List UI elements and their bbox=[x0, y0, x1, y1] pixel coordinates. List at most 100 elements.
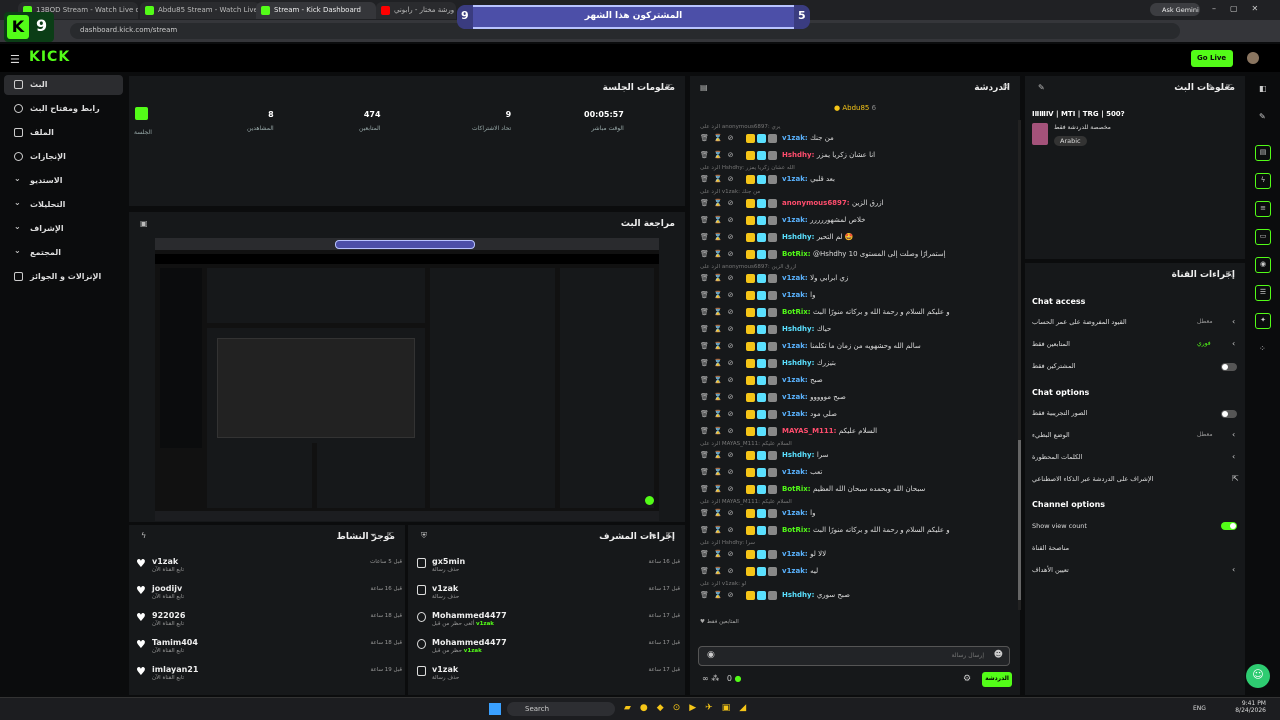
view-count-toggle[interactable] bbox=[1221, 522, 1237, 530]
send-chat-button[interactable]: الدردشة bbox=[982, 672, 1012, 687]
chat-username[interactable]: v1zak: وا bbox=[782, 509, 815, 517]
chat-message[interactable]: 🗑⌛⊘ anonymous6897: ازرق الزين bbox=[700, 196, 1018, 212]
taskbar-search[interactable]: Search bbox=[507, 702, 615, 716]
start-button-icon[interactable] bbox=[489, 703, 501, 715]
chat-message[interactable]: 🗑⌛⊘ BotRix: سبحان الله وبحمده سبحان الله … bbox=[700, 482, 1018, 498]
help-chat-icon[interactable]: ☺ bbox=[1246, 664, 1270, 688]
points-display[interactable]: ∞ ⁂ 0 ● bbox=[702, 674, 741, 683]
setting-followers-only[interactable]: المتابعين فقط فوري › bbox=[1032, 339, 1238, 356]
chat-username[interactable]: Hshdhy: صبح سوري bbox=[782, 591, 850, 599]
subscribers-only-toggle[interactable] bbox=[1221, 363, 1237, 371]
dock-icon[interactable]: ◧ bbox=[1259, 84, 1267, 93]
mod-actions-icon[interactable]: 🗑⌛⊘ bbox=[700, 376, 738, 384]
chat-username[interactable]: BotRix: @Hshdhy إستمرارًا وصلت إلى المست… bbox=[782, 250, 946, 258]
panel-toggle-tools-icon[interactable]: ✦ bbox=[1255, 313, 1271, 329]
sidebar-item-achievements[interactable]: الإنجازات bbox=[4, 147, 123, 167]
chat-message[interactable]: 🗑⌛⊘ Hshdhy: لم التحير 🤩 bbox=[700, 230, 1018, 246]
filter-icon[interactable]: ⏷ bbox=[649, 531, 655, 541]
setting-show-view-count[interactable]: Show view count bbox=[1032, 522, 1238, 538]
mod-actions-icon[interactable]: 🗑⌛⊘ bbox=[700, 359, 738, 367]
setting-channel-share[interactable]: مناصحة القناة bbox=[1032, 544, 1238, 560]
chat-message[interactable]: 🗑⌛⊘ v1zak: ليه bbox=[700, 564, 1018, 580]
mod-actions-icon[interactable]: 🗑⌛⊘ bbox=[700, 393, 738, 401]
filter-icon[interactable]: ⏷ bbox=[370, 531, 376, 541]
chat-username[interactable]: Hshdhy: بتيزرك bbox=[782, 359, 836, 367]
panel-toggle-chat-icon[interactable]: ▭ bbox=[1255, 229, 1271, 245]
kick-logo[interactable]: KICK bbox=[29, 49, 70, 65]
chat-message[interactable]: 🗑⌛⊘ v1zak: صبح مووووو bbox=[700, 390, 1018, 406]
chat-username[interactable]: v1zak: بعد قلبي bbox=[782, 175, 835, 183]
setting-goals[interactable]: تعيين الأهداف › bbox=[1032, 565, 1238, 582]
sidebar-item-studio[interactable]: ⌄ الاستديو bbox=[4, 171, 123, 191]
setting-banned-words[interactable]: الكلمات المحظورة › bbox=[1032, 452, 1238, 469]
chat-message[interactable]: 🗑⌛⊘ v1zak: صلي مود bbox=[700, 407, 1018, 423]
setting-slow-mode[interactable]: الوضع البطيء معطل › bbox=[1032, 430, 1238, 447]
chat-scrollbar[interactable] bbox=[1018, 120, 1021, 610]
clock[interactable]: 9:41 PM 8/24/2026 bbox=[1232, 700, 1266, 714]
emote-bar[interactable] bbox=[700, 628, 1016, 642]
preview-menu-icon[interactable]: ▣ bbox=[140, 219, 148, 228]
mod-actions-icon[interactable]: 🗑⌛⊘ bbox=[700, 233, 738, 241]
chat-username[interactable]: Hshdhy: لم التحير 🤩 bbox=[782, 233, 853, 241]
sidebar-item-analytics[interactable]: ⌄ التحليلات bbox=[4, 195, 123, 215]
chat-settings-icon[interactable]: ⚙ bbox=[963, 674, 971, 684]
popout-icon[interactable]: ⇱ bbox=[666, 83, 673, 92]
chat-message[interactable]: 🗑⌛⊘ v1zak: وا bbox=[700, 288, 1018, 304]
mod-actions-icon[interactable]: 🗑⌛⊘ bbox=[700, 485, 738, 493]
stream-preview-video[interactable] bbox=[155, 238, 659, 521]
chat-username[interactable]: v1zak: وا bbox=[782, 291, 815, 299]
chat-username[interactable]: BotRix: و عليكم السلام و رحمة الله و برك… bbox=[782, 526, 950, 534]
emoji-icon[interactable]: ☻ bbox=[994, 650, 1003, 660]
chat-username[interactable]: v1zak: خلاص لمشهوررررر bbox=[782, 216, 866, 224]
chat-username[interactable]: v1zak: ليه bbox=[782, 567, 818, 575]
sidebar-item-stream-key[interactable]: رابط ومفتاح البث bbox=[4, 99, 123, 119]
stream-category[interactable]: مخصصة للدردشة فقط bbox=[1054, 124, 1111, 131]
chat-message[interactable]: 🗑⌛⊘ BotRix: و عليكم السلام و رحمة الله و … bbox=[700, 305, 1018, 321]
panel-toggle-activity-icon[interactable]: ϟ bbox=[1255, 173, 1271, 189]
sidebar-item-profile[interactable]: الملف bbox=[4, 123, 123, 143]
taskbar-apps[interactable]: ▰●◆⊙▶✈▣◢ bbox=[624, 703, 755, 713]
browser-tab[interactable]: ورشة مختار - رابوني bbox=[376, 2, 456, 19]
chat-username[interactable]: v1zak: زي ابرابي ولا bbox=[782, 274, 848, 282]
chat-message[interactable]: 🗑⌛⊘ v1zak: بعد قلبي bbox=[700, 172, 1018, 188]
popout-icon[interactable]: ⇱ bbox=[666, 531, 673, 540]
setting-subscribers-only[interactable]: المشتركين فقط bbox=[1032, 362, 1238, 378]
mod-actions-icon[interactable]: 🗑⌛⊘ bbox=[700, 526, 738, 534]
sidebar-item-moderation[interactable]: ⌄ الإشراف bbox=[4, 219, 123, 239]
chat-message[interactable]: 🗑⌛⊘ v1zak: لالا لو bbox=[700, 547, 1018, 563]
window-controls[interactable]: –▢✕ bbox=[1212, 4, 1272, 13]
mod-actions-icon[interactable]: 🗑⌛⊘ bbox=[700, 410, 738, 418]
mod-actions-icon[interactable]: 🗑⌛⊘ bbox=[700, 550, 738, 558]
mod-actions-icon[interactable]: 🗑⌛⊘ bbox=[700, 468, 738, 476]
popout-icon[interactable]: ⇱ bbox=[1003, 83, 1010, 92]
chat-message[interactable]: 🗑⌛⊘ Hshdhy: انا عشان زكريا يمزر bbox=[700, 148, 1018, 164]
mod-actions-icon[interactable]: 🗑⌛⊘ bbox=[700, 134, 738, 142]
popout-icon[interactable]: ⇱ bbox=[1226, 270, 1233, 279]
emotes-only-toggle[interactable] bbox=[1221, 410, 1237, 418]
chat-message[interactable]: 🗑⌛⊘ v1zak: زي ابرابي ولا bbox=[700, 271, 1018, 287]
chat-message[interactable]: 🗑⌛⊘ MAYAS_M111: السلام عليكم bbox=[700, 424, 1018, 440]
sidebar-item-stream[interactable]: البث bbox=[4, 75, 123, 95]
mod-actions-icon[interactable]: 🗑⌛⊘ bbox=[700, 427, 738, 435]
chat-username[interactable]: BotRix: و عليكم السلام و رحمة الله و برك… bbox=[782, 308, 950, 316]
chat-message[interactable]: 🗑⌛⊘ BotRix: و عليكم السلام و رحمة الله و … bbox=[700, 523, 1018, 539]
chat-username[interactable]: MAYAS_M111: السلام عليكم bbox=[782, 427, 877, 435]
mod-actions-icon[interactable]: 🗑⌛⊘ bbox=[700, 308, 738, 316]
mod-actions-icon[interactable]: 🗑⌛⊘ bbox=[700, 342, 738, 350]
chat-message[interactable]: 🗑⌛⊘ v1zak: خلاص لمشهوررررر bbox=[700, 213, 1018, 229]
chat-message[interactable]: 🗑⌛⊘ Hshdhy: صبح سوري bbox=[700, 588, 1018, 604]
chat-username[interactable]: v1zak: لالا لو bbox=[782, 550, 826, 558]
chat-username[interactable]: v1zak: من جنك bbox=[782, 134, 834, 142]
panel-toggle-broadcast-icon[interactable]: ◉ bbox=[1255, 257, 1271, 273]
emote-icon[interactable]: ◉ bbox=[707, 650, 715, 660]
mod-actions-icon[interactable]: 🗑⌛⊘ bbox=[700, 199, 738, 207]
chat-username[interactable]: v1zak: صلي مود bbox=[782, 410, 837, 418]
chat-username[interactable]: v1zak: سالم الله وحشهويه من زمان ما تكلم… bbox=[782, 342, 921, 350]
chat-message[interactable]: 🗑⌛⊘ v1zak: صبح bbox=[700, 373, 1018, 389]
chat-username[interactable]: Hshdhy: سرا bbox=[782, 451, 829, 459]
go-live-button[interactable]: Go Live bbox=[1191, 50, 1233, 67]
chat-username[interactable]: v1zak: تعب bbox=[782, 468, 822, 476]
browser-tab-active[interactable]: Stream - Kick Dashboard bbox=[256, 2, 376, 19]
chat-message[interactable]: 🗑⌛⊘ v1zak: تعب bbox=[700, 465, 1018, 481]
sidebar-item-drops[interactable]: الإنزالات و الجوائز bbox=[4, 267, 123, 287]
